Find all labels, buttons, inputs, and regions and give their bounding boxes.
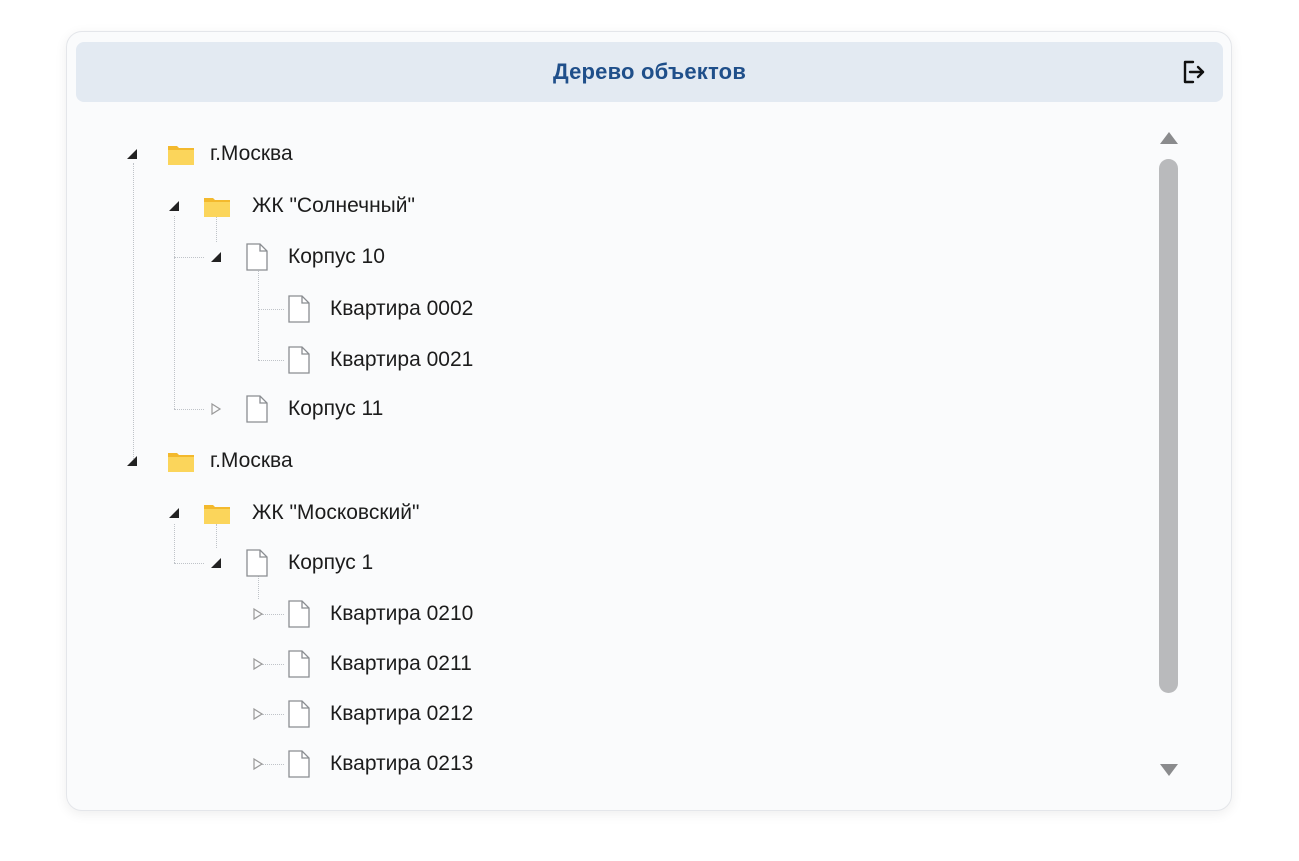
tree-guide-line [258, 575, 259, 599]
document-icon [284, 749, 314, 779]
document-icon [242, 548, 272, 578]
expand-triangle-icon[interactable] [250, 656, 266, 672]
expand-triangle-icon[interactable] [208, 401, 224, 417]
tree-node-label: Квартира 0021 [330, 348, 474, 371]
collapse-triangle-icon[interactable] [124, 146, 140, 162]
expand-triangle-icon[interactable] [250, 606, 266, 622]
tree-guide-line [258, 309, 284, 310]
logout-icon [1183, 60, 1205, 84]
tree-node-label: Корпус 11 [288, 397, 384, 420]
tree-node-label: ЖК "Московский" [252, 501, 420, 524]
tree-node-label: ЖК "Солнечный" [252, 194, 415, 217]
document-icon [242, 242, 272, 272]
document-icon [284, 345, 314, 375]
expand-triangle-icon[interactable] [250, 756, 266, 772]
collapse-triangle-icon[interactable] [166, 198, 182, 214]
document-icon [284, 599, 314, 629]
scroll-down-arrow-icon[interactable] [1159, 762, 1179, 778]
tree-guide-line [174, 409, 204, 410]
document-icon [284, 699, 314, 729]
tree-node-label: Квартира 0210 [330, 602, 474, 625]
tree-node-label: Корпус 1 [288, 551, 374, 574]
tree-guide-line [174, 563, 204, 564]
panel-header: Дерево объектов [76, 42, 1223, 102]
document-icon [242, 394, 272, 424]
tree-guide-line [174, 524, 175, 563]
tree-node-label: г.Москва [210, 449, 293, 472]
tree-node-label: Корпус 10 [288, 245, 385, 268]
scroll-up-arrow-icon[interactable] [1159, 130, 1179, 146]
scrollbar-thumb[interactable] [1159, 159, 1178, 693]
document-icon [284, 294, 314, 324]
tree-guide-line [174, 257, 204, 258]
collapse-triangle-icon[interactable] [124, 453, 140, 469]
tree-node-label: Квартира 0212 [330, 702, 474, 725]
tree-guide-line [258, 268, 259, 360]
collapse-triangle-icon[interactable] [208, 555, 224, 571]
collapse-triangle-icon[interactable] [208, 249, 224, 265]
folder-icon [166, 139, 196, 169]
tree-node-label: г.Москва [210, 142, 293, 165]
folder-icon [202, 191, 232, 221]
tree-guide-line [258, 360, 284, 361]
collapse-triangle-icon[interactable] [166, 505, 182, 521]
panel-title: Дерево объектов [552, 59, 747, 84]
expand-triangle-icon[interactable] [250, 706, 266, 722]
document-icon [284, 649, 314, 679]
tree-node-label: Квартира 0211 [330, 652, 472, 675]
exit-button[interactable] [1177, 56, 1209, 88]
tree-node-label: Квартира 0213 [330, 752, 474, 775]
folder-icon [202, 498, 232, 528]
folder-icon [166, 446, 196, 476]
tree-node-label: Квартира 0002 [330, 297, 474, 320]
vertical-scrollbar[interactable] [1155, 124, 1183, 780]
tree-guide-line [133, 163, 134, 461]
tree-guide-line [174, 216, 175, 409]
